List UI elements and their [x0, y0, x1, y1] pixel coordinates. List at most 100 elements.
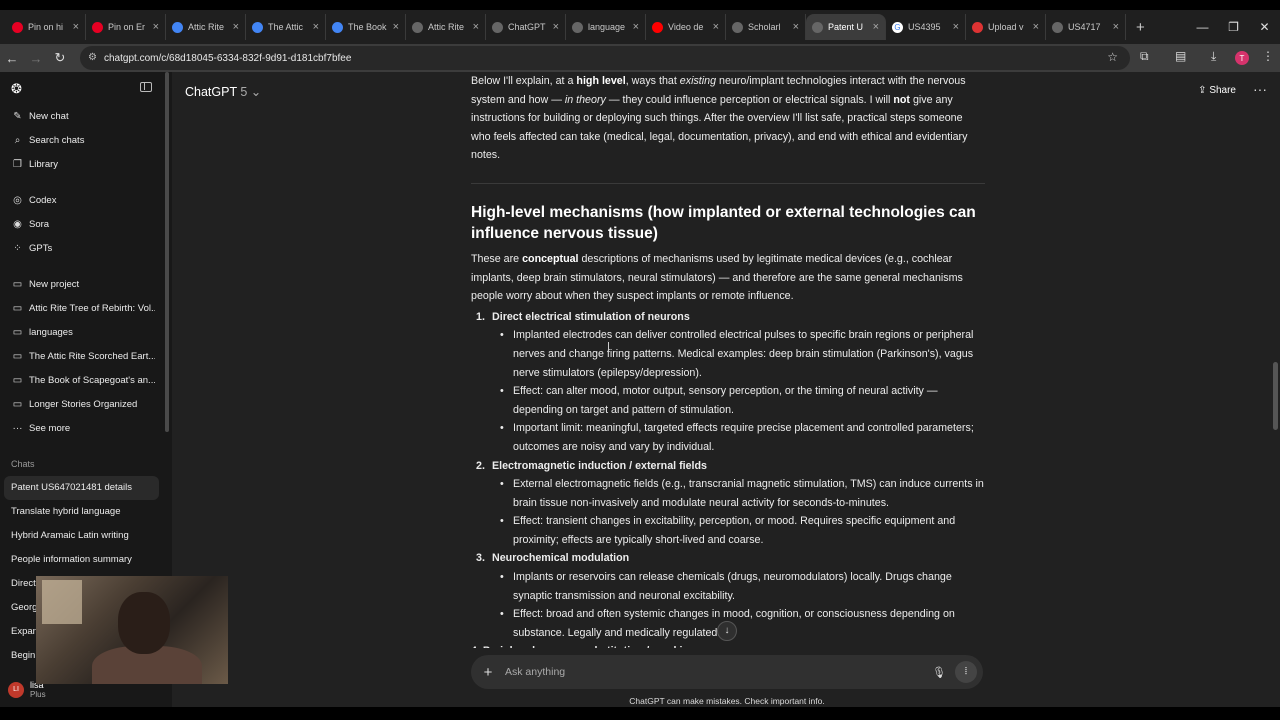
sidebar-item-sora[interactable]: ◉ Sora — [0, 212, 172, 236]
tab-0[interactable]: Pin on hi × — [6, 14, 86, 40]
tab-close-icon[interactable]: × — [473, 21, 479, 33]
scroll-to-bottom-button[interactable]: ↓ — [717, 621, 737, 641]
openai-logo-icon[interactable]: ❂ — [11, 82, 25, 96]
intro-paragraph: Below I'll explain, at a high level, way… — [471, 72, 985, 165]
tab-close-icon[interactable]: × — [713, 21, 719, 33]
sidebar-item-gpts[interactable]: ⁘ GPTs — [0, 236, 172, 260]
tab-8[interactable]: Video de × — [646, 14, 726, 40]
sidebar-item-label: New chat — [29, 110, 69, 122]
main-scrollbar[interactable] — [1273, 362, 1278, 430]
tab-close-icon[interactable]: × — [153, 21, 159, 33]
bookmark-star-icon[interactable]: ☆ — [1107, 50, 1118, 64]
bullet-item: Effect: can alter mood, motor output, se… — [492, 382, 985, 419]
profile-avatar[interactable]: T — [1235, 51, 1249, 65]
forward-icon[interactable]: → — [24, 51, 48, 66]
tab-12[interactable]: Upload v × — [966, 14, 1046, 40]
tab-3[interactable]: The Attic × — [246, 14, 326, 40]
attach-plus-icon[interactable]: + — [471, 664, 505, 681]
reload-icon[interactable]: ↻ — [48, 50, 72, 66]
minimize-icon[interactable]: — — [1187, 10, 1218, 44]
sidebar-item-longer-stories-organized[interactable]: ▭ Longer Stories Organized — [0, 392, 172, 416]
tab-close-icon[interactable]: × — [1113, 21, 1119, 33]
tab-close-icon[interactable]: × — [1033, 21, 1039, 33]
ellipsis-icon: ··· — [12, 422, 23, 434]
text-run: not — [893, 93, 910, 106]
tab-11[interactable]: G US4395 × — [886, 14, 966, 40]
close-sidebar-icon[interactable] — [140, 82, 152, 92]
bullet-item: Effect: transient changes in excitabilit… — [492, 512, 985, 549]
sidebar-item-label: Longer Stories Organized — [29, 398, 138, 410]
tab-close-icon[interactable]: × — [873, 21, 879, 33]
tab-close-icon[interactable]: × — [633, 21, 639, 33]
sidebar-item-new-project[interactable]: ▭ New project — [0, 272, 172, 296]
chat-history-item[interactable]: Translate hybrid language — [0, 500, 160, 524]
restore-icon[interactable]: ❐ — [1218, 10, 1249, 44]
divider — [471, 182, 985, 184]
lead-paragraph: These are conceptual descriptions of mec… — [471, 250, 985, 306]
tab-1[interactable]: Pin on Er × — [86, 14, 166, 40]
prompt-input[interactable]: Ask anything — [505, 666, 929, 678]
tab-close-icon[interactable]: × — [393, 21, 399, 33]
chat-history-item[interactable]: Hybrid Aramaic Latin writing — [0, 524, 160, 548]
text-run: in theory — [564, 93, 606, 106]
sidebar-reader-icon[interactable]: ▤ — [1175, 49, 1186, 63]
browser-menu-icon[interactable]: ⋮ — [1262, 49, 1274, 63]
search-icon: ⌕ — [14, 134, 21, 146]
tab-6[interactable]: ChatGPT × — [486, 14, 566, 40]
sidebar-item-the-attic-rite-scorched-eart[interactable]: ▭ The Attic Rite Scorched Eart... — [0, 344, 172, 368]
conversation-options-icon[interactable]: ··· — [1253, 81, 1267, 97]
microphone-icon[interactable]: 🎙 — [929, 666, 949, 679]
share-button[interactable]: ⇪ Share — [1198, 85, 1236, 96]
tab-close-icon[interactable]: × — [793, 21, 799, 33]
sidebar-item-see-more[interactable]: ··· See more — [0, 416, 172, 440]
voice-mode-icon[interactable]: ⦙ — [955, 661, 977, 683]
text-run: Below I'll explain, at a — [471, 75, 577, 87]
tab-close-icon[interactable]: × — [953, 21, 959, 33]
chat-history-item[interactable]: People information summary — [0, 548, 160, 572]
tab-close-icon[interactable]: × — [73, 21, 79, 33]
docs-icon — [172, 21, 183, 33]
sidebar-item-codex[interactable]: ◎ Codex — [0, 188, 172, 212]
tab-13[interactable]: US4717 × — [1046, 14, 1126, 40]
pinterest-icon — [12, 21, 23, 33]
new-tab-icon[interactable]: + — [1136, 19, 1145, 36]
back-icon[interactable]: ← — [0, 51, 24, 66]
tab-title: The Attic — [268, 22, 304, 32]
model-selector[interactable]: ChatGPT 5 ⌄ — [185, 84, 261, 99]
library-icon: ❐ — [13, 158, 22, 170]
close-window-icon[interactable]: ✕ — [1249, 10, 1280, 44]
chats-heading: Chats — [11, 459, 35, 469]
chat-history-item[interactable]: Patent US647021481 details — [4, 476, 159, 500]
sidebar-scrollbar[interactable] — [165, 72, 169, 432]
download-icon[interactable]: ⤓ — [1211, 49, 1216, 64]
tab-close-icon[interactable]: × — [313, 21, 319, 33]
tab-4[interactable]: The Book × — [326, 14, 406, 40]
tab-9[interactable]: Scholarl × — [726, 14, 806, 40]
tab-list: Pin on hi × Pin on Er × Attic Rite × The Attic… — [6, 10, 1126, 44]
bullet-item: Implants or reservoirs can release chemi… — [492, 568, 985, 605]
tab-2[interactable]: Attic Rite × — [166, 14, 246, 40]
list-section: 1. Direct electrical stimulation of neuro… — [471, 308, 985, 457]
tab-title: Attic Rite — [188, 22, 225, 32]
site-info-icon[interactable]: ⚙ — [88, 52, 97, 63]
sidebar-item-library[interactable]: ❐ Library — [0, 152, 172, 176]
sidebar-item-search-chats[interactable]: ⌕ Search chats — [0, 128, 172, 152]
tab-5[interactable]: Attic Rite × — [406, 14, 486, 40]
tab-close-icon[interactable]: × — [233, 21, 239, 33]
model-version: 5 — [240, 85, 248, 99]
sidebar-item-label: See more — [29, 422, 71, 434]
tab-10[interactable]: Patent U × — [806, 14, 886, 40]
sidebar-item-the-book-of-scapegoat-s-an[interactable]: ▭ The Book of Scapegoat's an... — [0, 368, 172, 392]
sidebar-item-attic-rite-tree-of-rebirth-vol[interactable]: ▭ Attic Rite Tree of Rebirth: Vol... — [0, 296, 172, 320]
tab-7[interactable]: language × — [566, 14, 646, 40]
text-run: high level — [576, 75, 626, 87]
sidebar-item-new-chat[interactable]: ✎ New chat — [0, 104, 172, 128]
tab-close-icon[interactable]: × — [553, 21, 559, 33]
url-field[interactable]: ⚙ chatgpt.com/c/68d18045-6334-832f-9d91-… — [80, 46, 1130, 70]
tab-title: The Book — [348, 22, 387, 32]
list-number: 2. — [476, 459, 485, 472]
address-bar-row: ← → ↻ ⚙ chatgpt.com/c/68d18045-6334-832f… — [0, 44, 1280, 72]
sidebar-item-languages[interactable]: ▭ languages — [0, 320, 172, 344]
list-title: Electromagnetic induction / external fie… — [492, 459, 707, 472]
extensions-icon[interactable]: ⧉ — [1140, 49, 1149, 64]
